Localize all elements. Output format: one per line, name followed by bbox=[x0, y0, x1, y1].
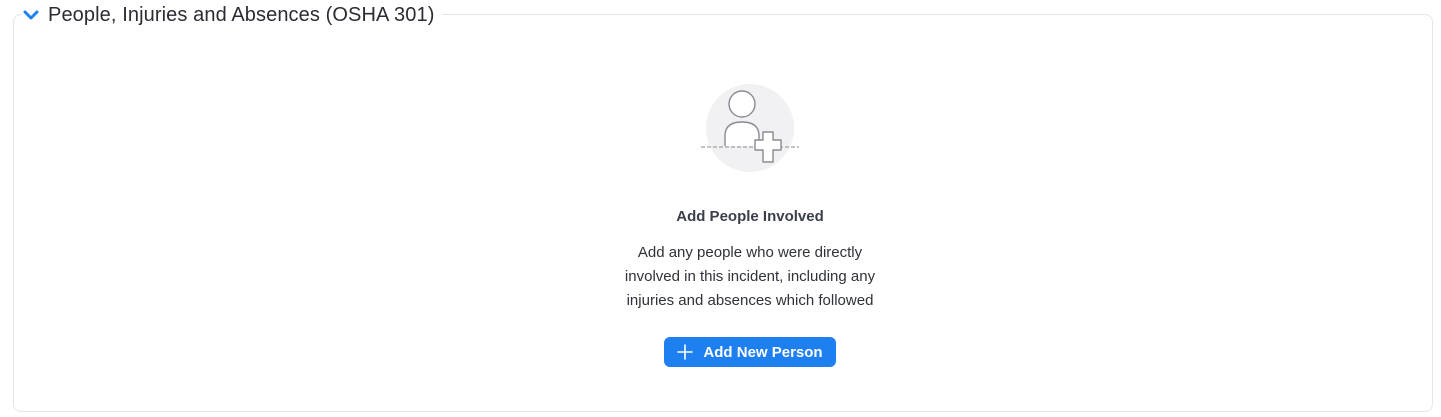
plus-icon bbox=[677, 344, 694, 360]
empty-state-description-line: Add any people who were directly bbox=[637, 244, 863, 261]
empty-state-title: Add People Involved bbox=[676, 208, 824, 225]
empty-state-description: Add any people who were directly involve… bbox=[600, 241, 900, 313]
add-new-person-label: Add New Person bbox=[703, 343, 823, 361]
add-person-icon bbox=[699, 84, 803, 172]
empty-state-description-line: injuries and absences which followed bbox=[626, 292, 874, 309]
empty-state-description-line: involved in this incident, including any bbox=[624, 268, 876, 285]
empty-state: Add People Involved Add any people who w… bbox=[0, 0, 1441, 417]
add-new-person-button[interactable]: Add New Person bbox=[664, 337, 836, 367]
